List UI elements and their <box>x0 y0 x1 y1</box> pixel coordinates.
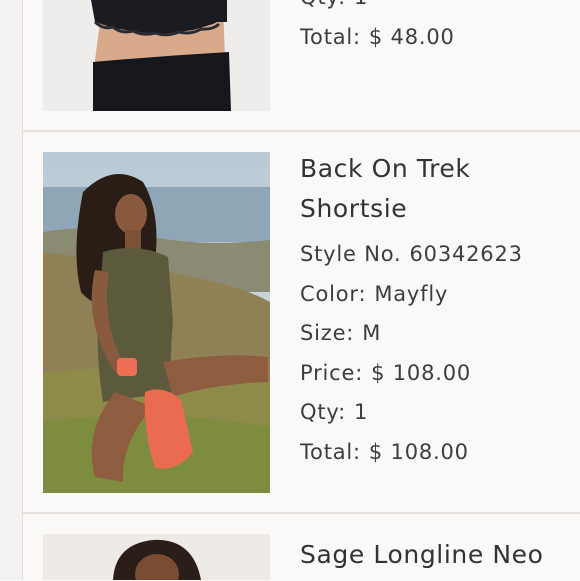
qty-label: Qty: <box>300 0 346 9</box>
color-value: Mayfly <box>374 281 449 306</box>
product-photo-top <box>43 0 270 111</box>
total-row: Total: $ 108.00 <box>300 433 570 473</box>
price-label: Price: <box>300 360 364 385</box>
style-label: Style No. <box>300 242 402 266</box>
size-label: Size: <box>300 321 355 345</box>
style-value: 60342623 <box>409 242 523 266</box>
product-title[interactable]: Sage Longline Neo <box>300 535 570 575</box>
total-value: $ 48.00 <box>368 24 455 49</box>
product-title-line-1: Sage Longline Neo <box>300 540 544 569</box>
item-divider <box>23 512 580 514</box>
cart-item: Back On Trek Shortsie Style No. 60342623 … <box>23 133 580 513</box>
total-label: Total: <box>300 439 361 464</box>
left-rail <box>0 0 23 580</box>
total-label: Total: <box>300 24 361 49</box>
size-value: M <box>362 321 382 345</box>
cart-item: Sage Longline Neo <box>23 515 580 580</box>
price-row: Price: $ 108.00 <box>300 354 570 394</box>
style-row: Style No. 60342623 <box>300 235 570 275</box>
total-value: $ 108.00 <box>368 439 469 464</box>
qty-label: Qty: <box>300 400 346 424</box>
product-image[interactable] <box>43 0 270 111</box>
color-row: Color: Mayfly <box>300 275 570 315</box>
product-title[interactable]: Back On Trek Shortsie <box>300 149 570 229</box>
product-image[interactable] <box>43 152 270 493</box>
qty-value: 1 <box>354 0 368 9</box>
size-row: Size: M <box>300 314 570 354</box>
product-photo-longline <box>43 534 270 580</box>
price-value: $ 108.00 <box>371 360 472 385</box>
product-title-line-1: Back On Trek <box>300 154 471 183</box>
product-title-line-2: Shortsie <box>300 194 408 223</box>
quantity-row: Qty: 1 <box>300 0 570 18</box>
color-label: Color: <box>300 281 367 306</box>
product-photo-shortsie <box>43 152 270 493</box>
quantity-row: Qty: 1 <box>300 393 570 433</box>
cart-item: Qty: 1 Total: $ 48.00 <box>23 0 580 130</box>
product-details: Back On Trek Shortsie Style No. 60342623 … <box>300 149 570 472</box>
product-details: Qty: 1 Total: $ 48.00 <box>300 0 570 57</box>
total-row: Total: $ 48.00 <box>300 18 570 58</box>
item-divider <box>23 130 580 132</box>
product-image[interactable] <box>43 534 270 580</box>
product-details: Sage Longline Neo <box>300 535 570 581</box>
qty-value: 1 <box>353 400 369 424</box>
